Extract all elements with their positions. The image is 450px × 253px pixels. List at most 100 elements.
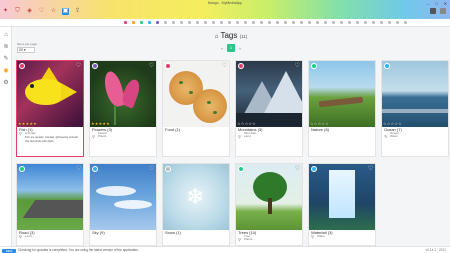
color-filter-dot[interactable] xyxy=(124,21,127,24)
color-filter-dot[interactable] xyxy=(276,21,279,24)
tag-card-snow[interactable]: ❄ ♡ Snow (1) xyxy=(162,163,230,246)
close-button[interactable]: ✕ xyxy=(444,1,447,6)
upload-icon[interactable]: ⇪ xyxy=(74,8,81,15)
layers-icon[interactable]: ≋ xyxy=(2,43,10,51)
color-filter-dot[interactable] xyxy=(356,21,359,24)
tag-icon[interactable]: ◈ xyxy=(26,8,33,15)
rating-stars[interactable]: ☆☆☆☆☆ xyxy=(237,121,256,126)
heart-icon[interactable]: ♡ xyxy=(222,62,227,69)
hierarchy-icon: ⚲ xyxy=(19,234,22,239)
color-filter-dot[interactable] xyxy=(244,21,247,24)
heart-icon[interactable]: ♡ xyxy=(441,62,446,69)
tag-card-sky[interactable]: ♡ Sky (9) xyxy=(89,163,157,246)
color-filter-dot[interactable] xyxy=(260,21,263,24)
color-filter-dot[interactable] xyxy=(348,21,351,24)
color-filter-dot[interactable] xyxy=(132,21,135,24)
image-icon[interactable]: ▣ xyxy=(62,8,69,15)
color-filter-dot[interactable] xyxy=(380,21,383,24)
tag-card-mountains[interactable]: ♡ ☆☆☆☆☆ Mountains (3) Mountain ⚲ Land xyxy=(235,60,303,157)
color-filter-dot[interactable] xyxy=(140,21,143,24)
minimize-button[interactable]: – xyxy=(427,1,429,6)
tag-card-nature[interactable]: ♡ ☆☆☆☆☆ Nature (6) xyxy=(308,60,376,157)
window-title: Mango - MyMediaApp xyxy=(207,1,243,5)
rating-stars[interactable]: ☆☆☆☆☆ xyxy=(310,121,329,126)
card-thumbnail: ♡ xyxy=(17,164,83,230)
rating-stars[interactable]: ★★★★★ xyxy=(91,121,110,126)
heart-icon[interactable]: ♡ xyxy=(76,165,81,172)
tag-icon[interactable]: ◉ xyxy=(2,67,10,75)
card-parent: ⚲ Land xyxy=(17,234,83,239)
tag-card-trees[interactable]: ♡ Trees (10) Tree ⚲ Plants xyxy=(235,163,303,246)
heart-icon[interactable]: ♡ xyxy=(368,62,373,69)
color-filter-dot[interactable] xyxy=(308,21,311,24)
tag-card-flowers[interactable]: ♡ ★★★★★ Flowers (3) Flower ⚲ Plants xyxy=(89,60,157,157)
settings-icon[interactable]: ⚙ xyxy=(2,79,10,87)
card-parent: ⚲ Animals xyxy=(17,131,83,135)
card-parent: ⚲ Plants xyxy=(90,135,156,139)
color-dot xyxy=(165,63,171,69)
page-title-text: Tags xyxy=(220,31,238,40)
heart-icon[interactable]: ♡ xyxy=(295,165,300,172)
color-filter-bar xyxy=(0,19,450,27)
color-filter-dot[interactable] xyxy=(300,21,303,24)
tag-card-waterfall[interactable]: ♡ Waterfall (3) ⚲ Water xyxy=(308,163,376,246)
color-filter-dot[interactable] xyxy=(252,21,255,24)
maximize-button[interactable]: □ xyxy=(435,1,437,6)
color-filter-dot[interactable] xyxy=(156,21,159,24)
info-icon[interactable] xyxy=(440,8,446,14)
card-parent: ✎ Water xyxy=(382,135,448,139)
color-filter-dot[interactable] xyxy=(220,21,223,24)
card-parent: ⚲ Plants xyxy=(236,238,302,242)
color-filter-dot[interactable] xyxy=(212,21,215,24)
color-filter-dot[interactable] xyxy=(364,21,367,24)
color-filter-dot[interactable] xyxy=(292,21,295,24)
color-filter-dot[interactable] xyxy=(164,21,167,24)
color-filter-dot[interactable] xyxy=(228,21,231,24)
heart-icon[interactable]: ♡ xyxy=(222,165,227,172)
snowflake-icon: ❄ xyxy=(186,184,205,209)
card-label: Nature (6) xyxy=(311,127,330,132)
color-filter-dot[interactable] xyxy=(236,21,239,24)
color-filter-dot[interactable] xyxy=(404,21,407,24)
heart-icon[interactable]: ♡ xyxy=(38,8,45,15)
compass-icon[interactable]: ✎ xyxy=(2,55,10,63)
heart-icon[interactable]: ♡ xyxy=(149,165,154,172)
color-filter-dot[interactable] xyxy=(268,21,271,24)
tag-card-ocean[interactable]: ♡ ☆☆☆☆☆ Ocean (7) Ocean ✎ Water xyxy=(381,60,449,157)
heart-icon[interactable]: ♡ xyxy=(295,62,300,69)
heart-icon[interactable]: ♡ xyxy=(76,62,81,69)
rating-stars[interactable]: ☆☆☆☆☆ xyxy=(383,121,402,126)
color-filter-dot[interactable] xyxy=(316,21,319,24)
color-filter-dot[interactable] xyxy=(172,21,175,24)
color-filter-dot[interactable] xyxy=(148,21,151,24)
color-filter-dot[interactable] xyxy=(372,21,375,24)
color-filter-dot[interactable] xyxy=(324,21,327,24)
wand-icon[interactable]: ✦ xyxy=(2,8,9,15)
color-filter-dot[interactable] xyxy=(204,21,207,24)
pager-current[interactable]: 1 xyxy=(227,44,235,52)
pager-next[interactable]: » xyxy=(239,46,241,51)
tag-card-fish[interactable]: ♡ ★★★★★ Fish (1) ⚲ Animals Fish are aquat… xyxy=(16,60,84,157)
star-icon[interactable]: ☆ xyxy=(50,8,57,15)
color-filter-dot[interactable] xyxy=(180,21,183,24)
status-message: Checking for updates is completed. You a… xyxy=(18,248,139,252)
rating-stars[interactable]: ★★★★★ xyxy=(18,121,37,126)
pager-prev[interactable]: « xyxy=(221,46,223,51)
hierarchy-icon: ⚲ xyxy=(311,234,314,239)
tag-card-food[interactable]: ♡ Food (1) xyxy=(162,60,230,157)
color-filter-dot[interactable] xyxy=(340,21,343,24)
color-filter-dot[interactable] xyxy=(332,21,335,24)
color-filter-dot[interactable] xyxy=(284,21,287,24)
home-icon[interactable]: ⌂ xyxy=(2,31,10,39)
filter-icon[interactable]: ⛉ xyxy=(14,8,21,15)
tag-card-road[interactable]: ♡ Road (3) ⚲ Land xyxy=(16,163,84,246)
grid-view-icon[interactable] xyxy=(430,8,436,14)
color-filter-dot[interactable] xyxy=(196,21,199,24)
heart-icon[interactable]: ♡ xyxy=(149,62,154,69)
card-thumbnail: ♡ ☆☆☆☆☆ xyxy=(236,61,302,127)
color-filter-dot[interactable] xyxy=(396,21,399,24)
color-filter-dot[interactable] xyxy=(188,21,191,24)
card-thumbnail: ♡ ☆☆☆☆☆ xyxy=(382,61,448,127)
heart-icon[interactable]: ♡ xyxy=(368,165,373,172)
color-filter-dot[interactable] xyxy=(388,21,391,24)
